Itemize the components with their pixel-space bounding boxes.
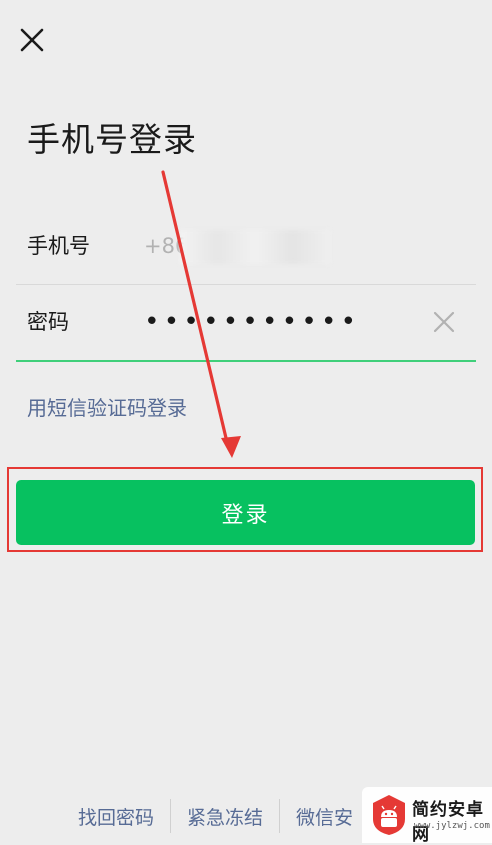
footer-link-emergency-freeze[interactable]: 紧急冻结 — [171, 803, 279, 830]
clear-password-icon[interactable] — [432, 310, 456, 334]
watermark-title: 简约安卓网 — [412, 800, 484, 845]
password-row[interactable]: 密码 ••••••••••• — [16, 284, 476, 362]
password-label: 密码 — [27, 310, 69, 334]
close-icon[interactable] — [16, 24, 48, 56]
sms-login-link[interactable]: 用短信验证码登录 — [27, 392, 187, 421]
redacted-phone-number — [180, 230, 330, 264]
footer-link-wechat-security[interactable]: 微信安 — [280, 803, 369, 830]
android-logo-icon — [373, 795, 405, 835]
phone-row[interactable]: 手机号 +86 — [16, 208, 476, 285]
watermark-url: www.jylzwj.com — [414, 821, 490, 831]
footer-links: 找回密码 紧急冻结 微信安 — [62, 798, 369, 834]
watermark: 简约安卓网 www.jylzwj.com — [362, 787, 492, 845]
phone-label: 手机号 — [27, 234, 90, 258]
password-input[interactable]: ••••••••••• — [144, 284, 360, 360]
footer-link-recover-password[interactable]: 找回密码 — [62, 803, 170, 830]
page-title: 手机号登录 — [27, 120, 197, 159]
login-button[interactable]: 登录 — [16, 480, 475, 545]
